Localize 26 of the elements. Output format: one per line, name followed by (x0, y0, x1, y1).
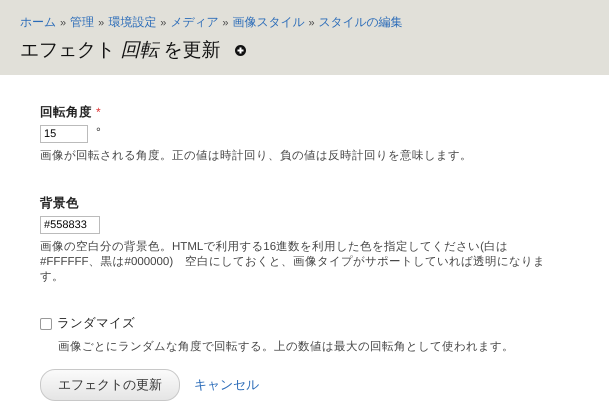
breadcrumb-separator: » (308, 16, 315, 28)
unit-label: ° (96, 125, 101, 139)
breadcrumb-link[interactable]: メディア (170, 14, 218, 31)
required-mark: * (96, 105, 101, 119)
checkbox-label: ランダマイズ (57, 315, 135, 332)
breadcrumb-link[interactable]: 環境設定 (108, 14, 156, 31)
add-shortcut-icon[interactable] (234, 44, 246, 56)
breadcrumb-separator: » (160, 16, 166, 28)
breadcrumb-separator: » (98, 16, 104, 28)
input-field[interactable]: 15 (40, 125, 88, 143)
update-button[interactable]: エフェクトの更新 (40, 369, 180, 401)
checkbox[interactable] (40, 318, 52, 330)
field-description: 画像が回転される角度。正の値は時計回り、負の値は反時計回りを意味します。 (40, 149, 473, 164)
cancel-link[interactable]: キャンセル (194, 376, 259, 394)
breadcrumb-separator: » (222, 16, 228, 28)
field-description: 画像の空白分の背景色。HTMLで利用する16進数を利用した色を指定してください(白は#FFFFFF、黒は#000000) 空白にしておくと、画像タイプがサポートしていれば透明になります。 (40, 240, 546, 285)
field-label: 背景色 (40, 196, 79, 210)
breadcrumb-link[interactable]: 画像スタイル (232, 14, 304, 31)
field-description: 画像ごとにランダムな角度で回転する。上の数値は最大の回転角として使われます。 (58, 340, 515, 355)
breadcrumb-link[interactable]: スタイルの編集 (318, 14, 403, 31)
field-label: 回転角度 (40, 105, 92, 119)
input-field[interactable]: #558833 (40, 216, 100, 234)
breadcrumb-separator: » (60, 16, 66, 28)
page-title: エフェクト 回転 を更新 (20, 39, 221, 63)
breadcrumb-link[interactable]: 管理 (70, 14, 94, 31)
breadcrumb-link[interactable]: ホーム (20, 14, 56, 31)
